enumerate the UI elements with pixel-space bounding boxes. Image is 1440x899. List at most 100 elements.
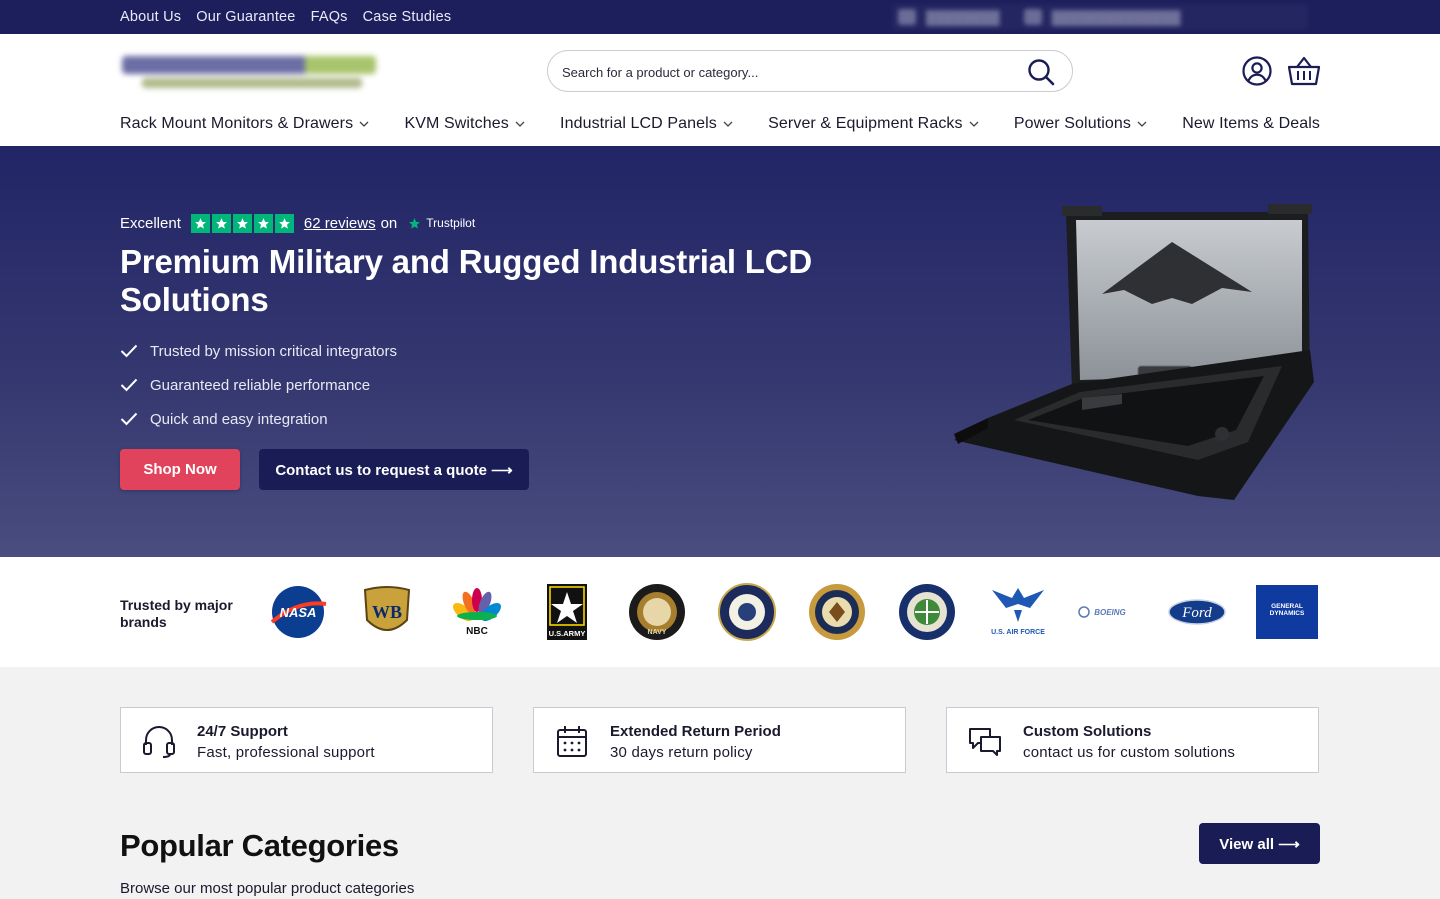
feature-support: 24/7 Support Fast, professional support	[120, 707, 493, 773]
top-utility-bar: About Us Our Guarantee FAQs Case Studies…	[0, 0, 1440, 34]
rack-mount-lcd-drawer-image	[954, 204, 1314, 500]
feature-returns: Extended Return Period 30 days return po…	[533, 707, 906, 773]
nav-industrial-lcd-panels[interactable]: Industrial LCD Panels	[560, 115, 733, 133]
nav-label: KVM Switches	[404, 115, 509, 132]
hero-banner: Excellent 62 reviews on Trustpilot Premi…	[0, 146, 1440, 557]
trustpilot-rating: Excellent 62 reviews on Trustpilot	[120, 212, 475, 234]
case-studies-link[interactable]: Case Studies	[363, 9, 452, 25]
bullet-text: Quick and easy integration	[150, 410, 328, 428]
checkmark-icon	[120, 412, 138, 426]
navy-reserve-seal	[716, 581, 778, 643]
about-us-link[interactable]: About Us	[120, 9, 181, 25]
headset-icon	[143, 726, 175, 758]
bullet-item: Quick and easy integration	[120, 402, 397, 436]
chat-bubbles-icon	[969, 728, 1001, 756]
feature-custom: Custom Solutions contact us for custom s…	[946, 707, 1319, 773]
brand-text: BOEING	[1094, 608, 1126, 617]
general-dynamics-logo: GENERAL DYNAMICS	[1256, 581, 1318, 643]
search-bar	[547, 50, 1073, 92]
feature-desc: Fast, professional support	[197, 744, 375, 761]
on-text: on	[380, 214, 398, 232]
star-icon	[274, 213, 294, 233]
utility-links: About Us Our Guarantee FAQs Case Studies	[120, 0, 451, 34]
trustpilot-star-icon	[409, 217, 421, 229]
faqs-link[interactable]: FAQs	[311, 9, 348, 25]
chevron-down-icon	[1137, 121, 1147, 127]
nav-label: Server & Equipment Racks	[768, 115, 963, 132]
bullet-item: Trusted by mission critical integrators	[120, 334, 397, 368]
brand-text: GENERAL DYNAMICS	[1269, 603, 1305, 617]
feature-title: Extended Return Period	[610, 723, 781, 740]
nav-rack-mount-monitors[interactable]: Rack Mount Monitors & Drawers	[120, 115, 369, 133]
brand-text: NAVY	[648, 629, 667, 636]
phone-icon	[898, 9, 916, 25]
ford-logo: Ford	[1166, 581, 1228, 643]
star-icon	[253, 213, 273, 233]
chevron-down-icon	[969, 121, 979, 127]
feature-title: 24/7 Support	[197, 723, 288, 740]
boeing-logo: BOEING	[1076, 581, 1138, 643]
trusted-brands-strip: Trusted by major brands NASA WB NBC U.S.…	[0, 557, 1440, 667]
view-all-button[interactable]: View all ⟶	[1199, 823, 1320, 864]
main-nav: Rack Mount Monitors & Drawers KVM Switch…	[120, 113, 1320, 135]
search-icon[interactable]	[1026, 57, 1056, 87]
nav-new-items-deals[interactable]: New Items & Deals	[1182, 115, 1320, 133]
star-icon	[211, 213, 231, 233]
nav-kvm-switches[interactable]: KVM Switches	[404, 115, 525, 133]
brand-text: U.S. AIR FORCE	[991, 629, 1045, 636]
rating-word: Excellent	[120, 214, 181, 232]
mail-icon	[1023, 9, 1042, 25]
user-circle-icon[interactable]	[1241, 55, 1273, 87]
brand-text: Ford	[1181, 605, 1212, 621]
phone-number-blurred: ████████	[926, 9, 1000, 25]
our-guarantee-link[interactable]: Our Guarantee	[196, 9, 295, 25]
hero-bullets: Trusted by mission critical integrators …	[120, 334, 397, 436]
trusted-brands-label: Trusted by major brands	[120, 597, 233, 630]
checkmark-icon	[120, 378, 138, 392]
us-army-logo: U.S.ARMY	[536, 581, 598, 643]
email-blurred: ██████████████	[1051, 9, 1181, 25]
request-quote-button[interactable]: Contact us to request a quote ⟶	[259, 449, 529, 490]
brand-text: WB	[372, 602, 402, 622]
company-logo[interactable]	[120, 52, 378, 92]
department-of-justice-seal	[806, 581, 868, 643]
shop-now-button[interactable]: Shop Now	[120, 449, 240, 490]
feature-desc: contact us for custom solutions	[1023, 744, 1236, 761]
nav-server-equipment-racks[interactable]: Server & Equipment Racks	[768, 115, 979, 133]
chevron-down-icon	[723, 121, 733, 127]
trustpilot-label: Trustpilot	[426, 216, 476, 230]
nav-label: Rack Mount Monitors & Drawers	[120, 115, 354, 132]
search-input[interactable]	[562, 61, 1002, 83]
bullet-text: Trusted by mission critical integrators	[150, 342, 398, 360]
faa-seal	[896, 581, 958, 643]
warner-bros-logo: WB	[356, 581, 418, 643]
nasa-logo: NASA	[267, 581, 329, 643]
bullet-text: Guaranteed reliable performance	[150, 376, 371, 394]
feature-desc: 30 days return policy	[610, 744, 753, 761]
nav-label: New Items & Deals	[1182, 115, 1320, 132]
star-icon	[190, 213, 210, 233]
contact-info-blurred: ████████ ██████████████	[892, 4, 1308, 30]
nav-power-solutions[interactable]: Power Solutions	[1014, 115, 1147, 133]
site-header: Rack Mount Monitors & Drawers KVM Switch…	[0, 34, 1440, 146]
nav-label: Power Solutions	[1013, 115, 1131, 132]
nav-label: Industrial LCD Panels	[560, 115, 717, 132]
brand-text: U.S.ARMY	[549, 629, 586, 638]
nbc-logo: NBC	[446, 581, 508, 643]
checkmark-icon	[120, 344, 138, 358]
us-navy-seal: NAVY	[626, 581, 688, 643]
hero-title: Premium Military and Rugged Industrial L…	[120, 243, 813, 318]
chevron-down-icon	[515, 121, 525, 127]
star-icon	[232, 213, 252, 233]
chevron-down-icon	[359, 121, 369, 127]
feature-title: Custom Solutions	[1023, 723, 1152, 740]
bullet-item: Guaranteed reliable performance	[120, 368, 397, 402]
popular-categories-title: Popular Categories	[120, 828, 399, 863]
us-air-force-logo: U.S. AIR FORCE	[986, 581, 1050, 643]
basket-icon[interactable]	[1287, 55, 1321, 87]
brand-text: NBC	[466, 626, 488, 637]
reviews-link[interactable]: 62 reviews	[304, 215, 376, 232]
rating-stars	[190, 213, 294, 233]
popular-categories-subtitle: Browse our most popular product categori…	[120, 880, 415, 897]
brand-text: NASA	[280, 605, 317, 620]
